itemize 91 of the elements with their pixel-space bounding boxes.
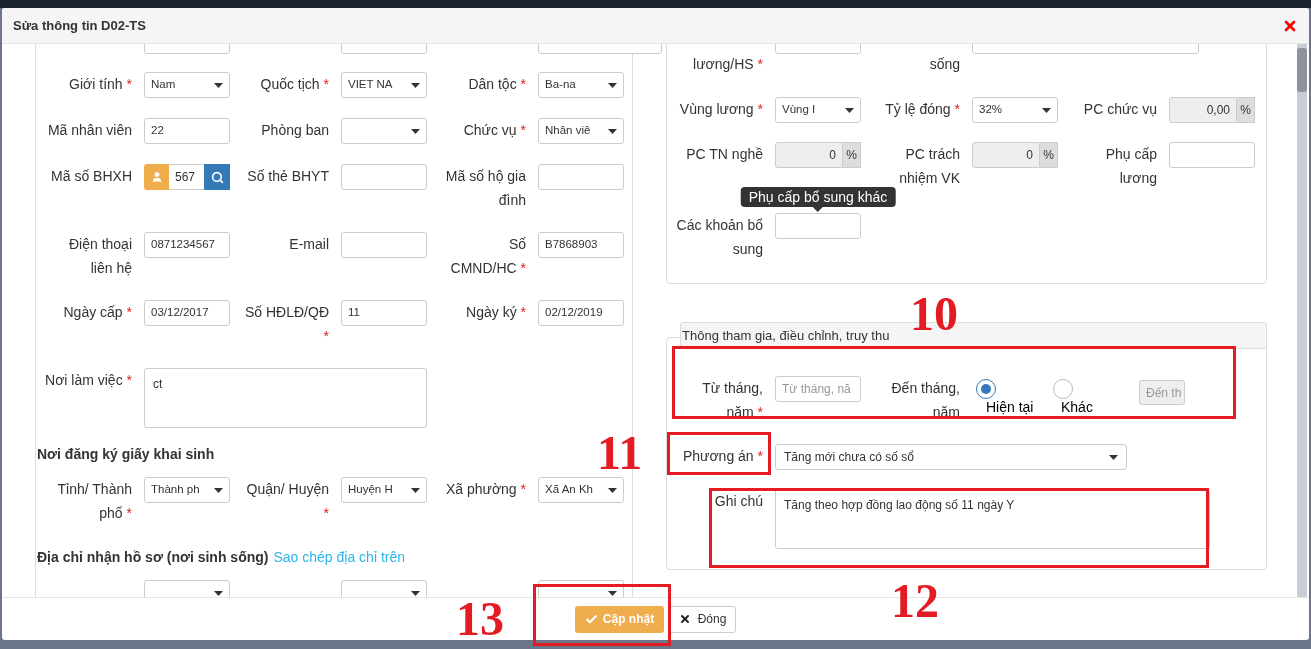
field-label: sống [928, 55, 960, 74]
caret-icon [1042, 107, 1051, 113]
caret-icon [1109, 454, 1118, 460]
input-field[interactable]: 567 [169, 164, 204, 190]
dropdown[interactable]: Thành ph [144, 477, 230, 503]
caret-icon [214, 487, 223, 493]
caret-icon [845, 107, 854, 113]
field-label: Quận/ Huyện * [245, 480, 329, 523]
close-button[interactable]: Đóng [669, 605, 736, 633]
text-area[interactable]: Tăng theo hợp đồng lao động số 11 ngày Y [775, 489, 1210, 549]
dropdown[interactable]: 32% [972, 97, 1058, 123]
field-label: lương/HS * [692, 55, 763, 74]
field-label: Ghi chú [713, 492, 763, 511]
field-label: Mã số hộ gia đình [444, 167, 526, 210]
input-field[interactable] [1169, 142, 1255, 168]
step-number: 11 [597, 429, 643, 477]
field-label: Ngày cấp * [62, 303, 132, 322]
section-heading: Nơi đăng ký giấy khai sinh [37, 445, 215, 464]
user-icon [150, 171, 163, 183]
input-field[interactable]: 03/12/2017 [144, 300, 230, 326]
field-label: Chức vụ * [462, 121, 526, 140]
field-label: Các khoản bổ sung [676, 216, 763, 259]
caret-icon [608, 128, 617, 134]
text-area[interactable]: ct [144, 368, 427, 428]
dropdown[interactable]: Xã An Kh [538, 477, 624, 503]
field-label: PC chức vụ [1082, 100, 1157, 119]
field-label: Phương án * [681, 447, 763, 466]
field-label: Ngày ký * [465, 303, 526, 322]
dropdown[interactable]: Ba-na [538, 72, 624, 98]
user-button[interactable] [144, 164, 169, 190]
input-field[interactable]: 0871234567 [144, 232, 230, 258]
search-button[interactable] [204, 164, 230, 190]
input-field[interactable] [538, 164, 624, 190]
caret-icon [608, 82, 617, 88]
field-label: Dân tộc * [467, 75, 526, 94]
section-heading: Địa chỉ nhận hồ sơ (nơi sinh sống) [37, 548, 269, 567]
field-label: Điện thoại liên hệ [67, 235, 132, 278]
field-label: Phụ cấp lương [1104, 145, 1157, 188]
dropdown[interactable]: Nhân viê [538, 118, 624, 144]
field-label: Giới tính * [68, 75, 132, 94]
dialog-title: Sửa thông tin D02-TS [13, 16, 146, 35]
field-label: Số HĐLĐ/QĐ * [243, 303, 329, 346]
check-icon [584, 612, 598, 626]
field-label: Nơi làm việc * [45, 371, 132, 390]
field-label: Tỷ lệ đóng * [884, 100, 960, 119]
field-label: Số thẻ BHYT [246, 167, 329, 186]
field-label: PC trách nhiệm VK [898, 145, 960, 188]
field-label: Mã nhân viên [46, 121, 132, 140]
unit-label: % [1237, 97, 1255, 123]
dropdown[interactable]: Tăng mới chưa có số sổ [775, 444, 1127, 470]
input-field[interactable]: 22 [144, 118, 230, 144]
search-icon [210, 170, 224, 184]
input-field[interactable]: B7868903 [538, 232, 624, 258]
step-number: 13 [456, 595, 504, 643]
field-label: PC TN nghề [685, 145, 763, 164]
dropdown[interactable]: Vùng I [775, 97, 861, 123]
field-label: Xã phường * [444, 480, 526, 499]
caret-icon [214, 590, 223, 596]
input-field[interactable]: 02/12/2019 [538, 300, 624, 326]
field-label: E-mail [288, 235, 329, 254]
dropdown[interactable]: Huyện H [341, 477, 427, 503]
caret-icon [411, 487, 420, 493]
radio-label: Khác [1061, 399, 1093, 416]
caret-icon [214, 82, 223, 88]
field-label: Phòng ban [260, 121, 329, 140]
input-field[interactable]: 0 [972, 142, 1040, 168]
field-label: Quốc tịch * [259, 75, 329, 94]
caret-icon [411, 590, 420, 596]
dropdown[interactable]: Nam [144, 72, 230, 98]
input-field[interactable] [775, 213, 861, 239]
input-field[interactable] [341, 164, 427, 190]
field-label: Tỉnh/ Thành phố * [56, 480, 132, 523]
field-label: Mã số BHXH [50, 167, 132, 186]
unit-label: % [843, 142, 861, 168]
radio-label: Hiện tại [986, 399, 1034, 416]
input-field[interactable]: 0,00 [1169, 97, 1237, 123]
caret-icon [608, 590, 617, 596]
caret-icon [608, 487, 617, 493]
close-icon [678, 613, 691, 625]
dropdown[interactable]: VIET NA [341, 72, 427, 98]
unit-label: % [1040, 142, 1058, 168]
field-label: Số CMND/HC * [449, 235, 526, 278]
step-number: 12 [891, 577, 939, 625]
input-field: Đến th [1139, 380, 1185, 405]
input-field[interactable]: 11 [341, 300, 427, 326]
caret-icon [411, 82, 420, 88]
caret-icon [411, 128, 420, 134]
field-label: Vùng lương * [678, 100, 763, 119]
input-field[interactable] [341, 232, 427, 258]
scrollbar-thumb[interactable] [1297, 48, 1307, 92]
input-field[interactable]: 0 [775, 142, 843, 168]
